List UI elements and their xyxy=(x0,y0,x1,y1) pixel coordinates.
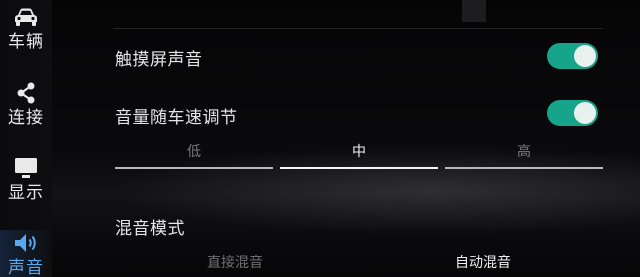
sidebar-item-display[interactable]: 显示 xyxy=(0,155,52,215)
sound-settings-screen: 车辆 连接 显示 声音 触摸屏声音 音量随车速调节 低 中 高 混音模式 直接混… xyxy=(0,0,640,277)
speed-volume-toggle[interactable] xyxy=(547,100,598,126)
direct-mix-button[interactable]: 直接混音 xyxy=(207,252,263,272)
touch-sound-toggle[interactable] xyxy=(547,43,598,69)
sidebar-item-label: 连接 xyxy=(8,108,44,128)
monitor-icon xyxy=(12,155,40,181)
level-label: 低 xyxy=(187,144,201,160)
sidebar-item-label: 车辆 xyxy=(8,32,44,52)
sidebar-item-sound[interactable]: 声音 xyxy=(0,230,52,277)
level-underline xyxy=(445,167,603,169)
level-label: 中 xyxy=(352,144,366,160)
sidebar-item-label: 声音 xyxy=(8,258,44,277)
speed-volume-label: 音量随车速调节 xyxy=(115,108,238,128)
toggle-knob xyxy=(574,45,596,67)
level-high-button[interactable]: 高 xyxy=(445,141,603,171)
car-icon xyxy=(12,4,40,30)
divider xyxy=(113,28,603,29)
sidebar-item-connect[interactable]: 连接 xyxy=(0,80,52,140)
level-mid-button[interactable]: 中 xyxy=(280,141,438,171)
toggle-knob xyxy=(574,102,596,124)
speaker-icon xyxy=(12,230,40,256)
share-icon xyxy=(12,80,40,106)
level-label: 高 xyxy=(517,144,531,160)
mix-mode-label: 混音模式 xyxy=(115,219,185,239)
sidebar-item-vehicle[interactable]: 车辆 xyxy=(0,4,52,64)
sidebar: 车辆 连接 显示 声音 xyxy=(0,0,52,277)
level-low-button[interactable]: 低 xyxy=(115,141,273,171)
auto-mix-button[interactable]: 自动混音 xyxy=(455,252,511,272)
level-underline xyxy=(280,167,438,169)
touch-sound-label: 触摸屏声音 xyxy=(115,50,203,70)
sidebar-item-label: 显示 xyxy=(8,183,44,203)
level-underline xyxy=(115,167,273,169)
scroll-stub xyxy=(462,0,486,22)
